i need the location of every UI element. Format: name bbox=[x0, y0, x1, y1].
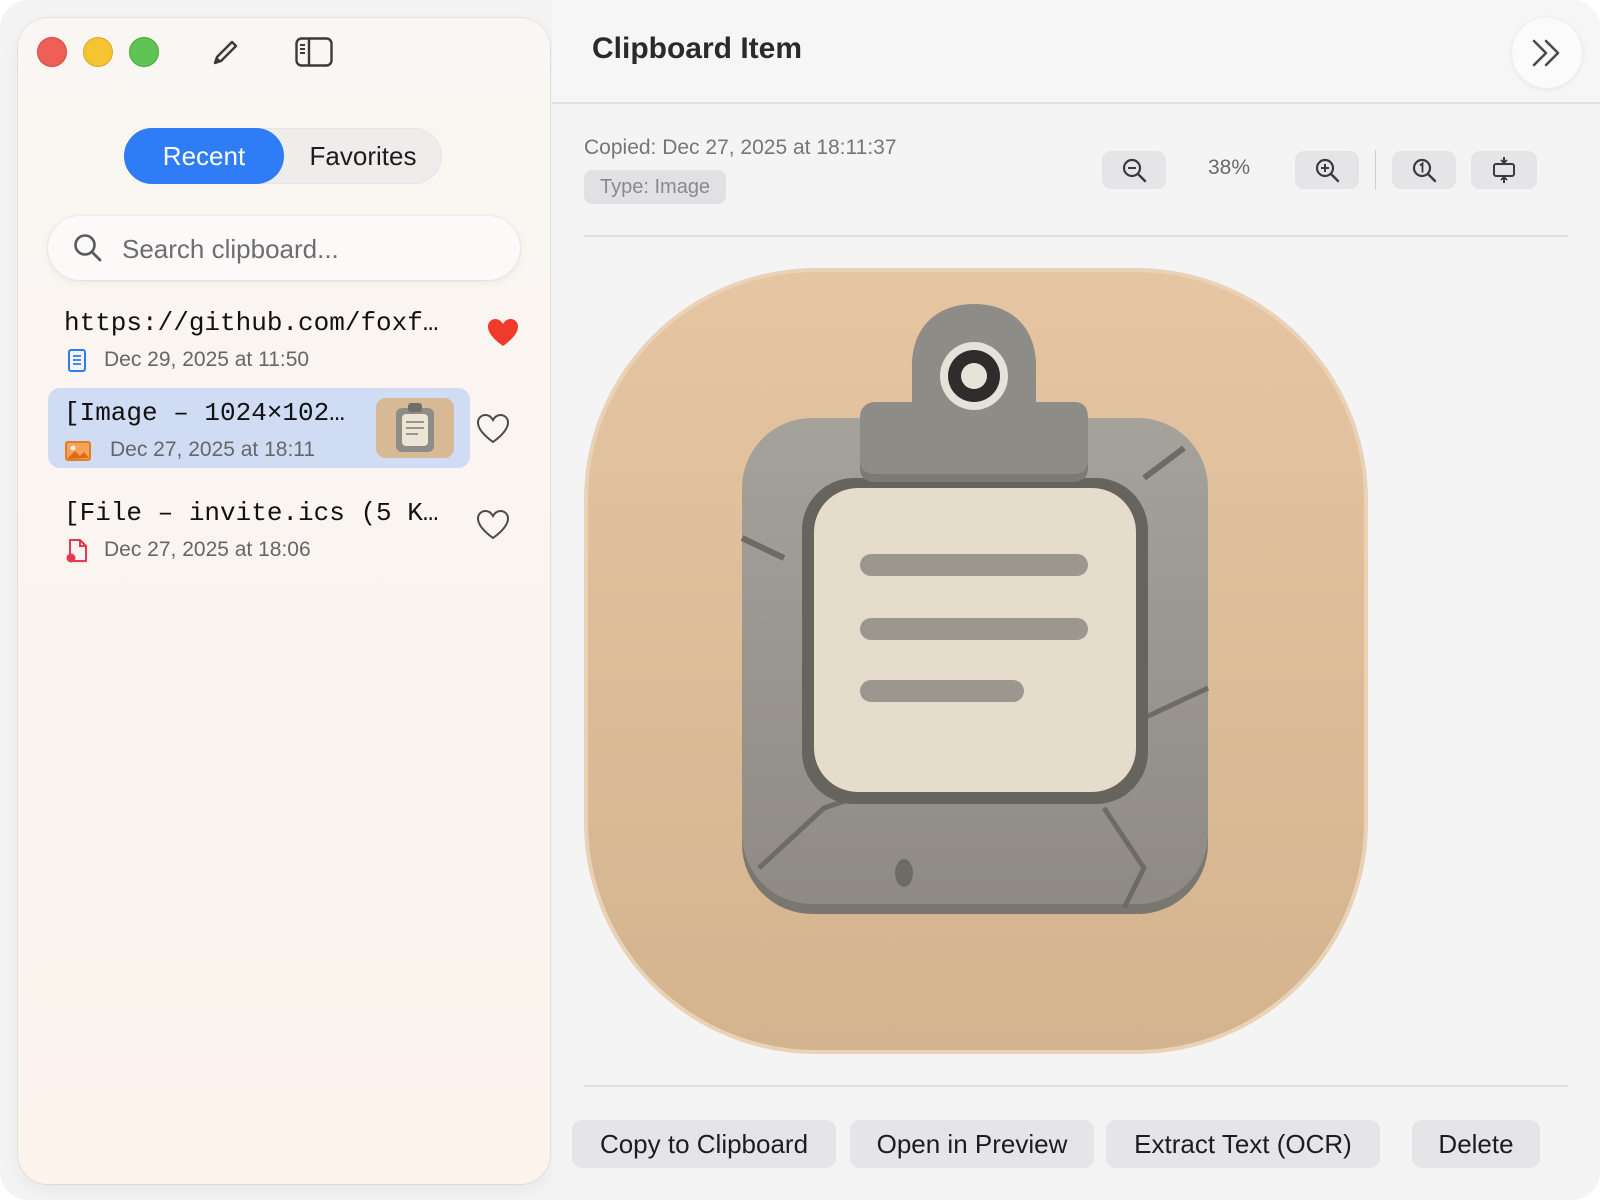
chevron-double-right-icon bbox=[1532, 39, 1560, 67]
search-icon bbox=[74, 234, 102, 262]
favorite-heart-outline-icon[interactable] bbox=[476, 508, 510, 542]
close-window-button[interactable] bbox=[37, 37, 67, 67]
item-title: https://github.com/foxf… bbox=[64, 308, 439, 338]
actual-size-button[interactable] bbox=[1392, 151, 1456, 189]
image-icon bbox=[65, 441, 91, 461]
zoom-in-icon bbox=[1315, 158, 1340, 183]
copied-timestamp: Copied: Dec 27, 2025 at 18:11:37 bbox=[584, 136, 897, 159]
detail-header: Clipboard Item bbox=[552, 0, 1600, 104]
extract-text-ocr-button[interactable]: Extract Text (OCR) bbox=[1106, 1120, 1380, 1168]
search-field bbox=[48, 216, 520, 282]
favorite-heart-filled-icon[interactable] bbox=[486, 316, 520, 350]
zoom-window-button[interactable] bbox=[129, 37, 159, 67]
expand-button[interactable] bbox=[1512, 18, 1582, 88]
fit-to-window-icon bbox=[1493, 157, 1515, 183]
item-date: Dec 27, 2025 at 18:11 bbox=[110, 438, 316, 461]
minimize-window-button[interactable] bbox=[83, 37, 113, 67]
sidebar: Recent Favorites https://github.com/foxf… bbox=[18, 18, 550, 1184]
edit-button[interactable] bbox=[206, 32, 246, 72]
clipboard-list-item[interactable]: https://github.com/foxf… Dec 29, 2025 at… bbox=[48, 298, 470, 378]
divider bbox=[584, 1085, 1568, 1087]
favorite-heart-outline-icon[interactable] bbox=[476, 412, 510, 446]
detail-panel: Clipboard Item Copied: Dec 27, 2025 at 1… bbox=[552, 0, 1600, 1200]
app-window: Recent Favorites https://github.com/foxf… bbox=[0, 0, 1600, 1200]
item-date: Dec 27, 2025 at 18:06 bbox=[104, 538, 311, 561]
image-thumbnail bbox=[376, 398, 454, 458]
image-preview bbox=[584, 268, 1368, 1054]
fit-to-window-button[interactable] bbox=[1471, 151, 1537, 189]
item-date: Dec 29, 2025 at 11:50 bbox=[104, 348, 310, 371]
tab-recent[interactable]: Recent bbox=[124, 128, 284, 184]
pencil-icon bbox=[213, 40, 238, 65]
recent-favorites-segmented-control: Recent Favorites bbox=[124, 128, 442, 184]
zoom-in-button[interactable] bbox=[1295, 151, 1359, 189]
tab-favorites[interactable]: Favorites bbox=[284, 128, 442, 184]
item-title: [Image – 1024×102… bbox=[64, 398, 345, 428]
clipboard-app-icon-image bbox=[584, 268, 1368, 1054]
page-title: Clipboard Item bbox=[592, 32, 803, 65]
file-icon bbox=[66, 539, 87, 563]
divider bbox=[584, 235, 1568, 237]
item-title: [File – invite.ics (5 K… bbox=[64, 498, 439, 528]
copy-to-clipboard-button[interactable]: Copy to Clipboard bbox=[572, 1120, 836, 1168]
type-badge: Type: Image bbox=[584, 170, 727, 204]
toggle-sidebar-button[interactable] bbox=[294, 32, 334, 72]
text-document-icon bbox=[68, 349, 86, 372]
open-in-preview-button[interactable]: Open in Preview bbox=[850, 1120, 1094, 1168]
search-input[interactable] bbox=[120, 216, 504, 282]
clipboard-list-item[interactable]: [File – invite.ics (5 K… Dec 27, 2025 at… bbox=[48, 488, 470, 568]
zoom-level: 38% bbox=[1207, 156, 1251, 179]
toolbar-divider bbox=[1375, 150, 1376, 190]
sidebar-toggle-icon bbox=[295, 37, 333, 67]
delete-button[interactable]: Delete bbox=[1412, 1120, 1540, 1168]
clipboard-list-item-selected[interactable]: [Image – 1024×102… Dec 27, 2025 at 18:11 bbox=[48, 388, 470, 468]
zoom-out-button[interactable] bbox=[1102, 151, 1166, 189]
actual-size-icon bbox=[1412, 158, 1437, 183]
zoom-out-icon bbox=[1122, 158, 1147, 183]
